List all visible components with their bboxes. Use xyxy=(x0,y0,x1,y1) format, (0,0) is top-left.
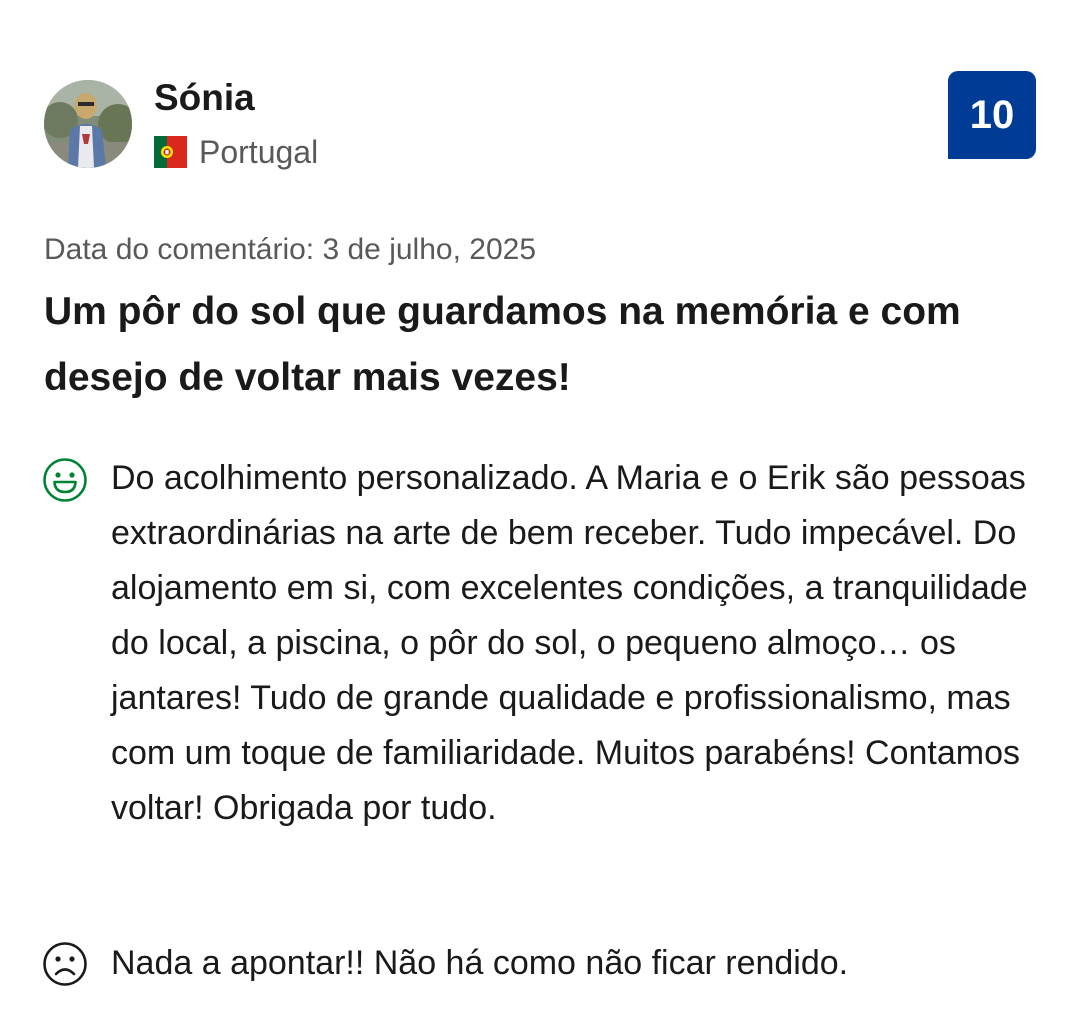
country-name: Portugal xyxy=(199,134,319,170)
smiley-face-icon xyxy=(43,458,87,502)
review-title: Um pôr do sol que guardamos na memória e… xyxy=(44,290,961,399)
reviewer-avatar xyxy=(44,80,132,168)
sad-face-icon xyxy=(43,942,87,986)
review-negative-text: Nada a apontar!! Não há como não ficar r… xyxy=(111,944,849,982)
reviewer-name: Sónia xyxy=(154,77,255,118)
portugal-flag-icon xyxy=(154,136,187,168)
review-positive-text: Do acolhimento personalizado. A Maria e … xyxy=(111,459,1028,827)
review-score-badge: 10 xyxy=(948,71,1036,159)
reviewer-country: Portugal xyxy=(154,131,318,173)
review-date: Data do comentário: 3 de julho, 2025 xyxy=(44,233,536,266)
